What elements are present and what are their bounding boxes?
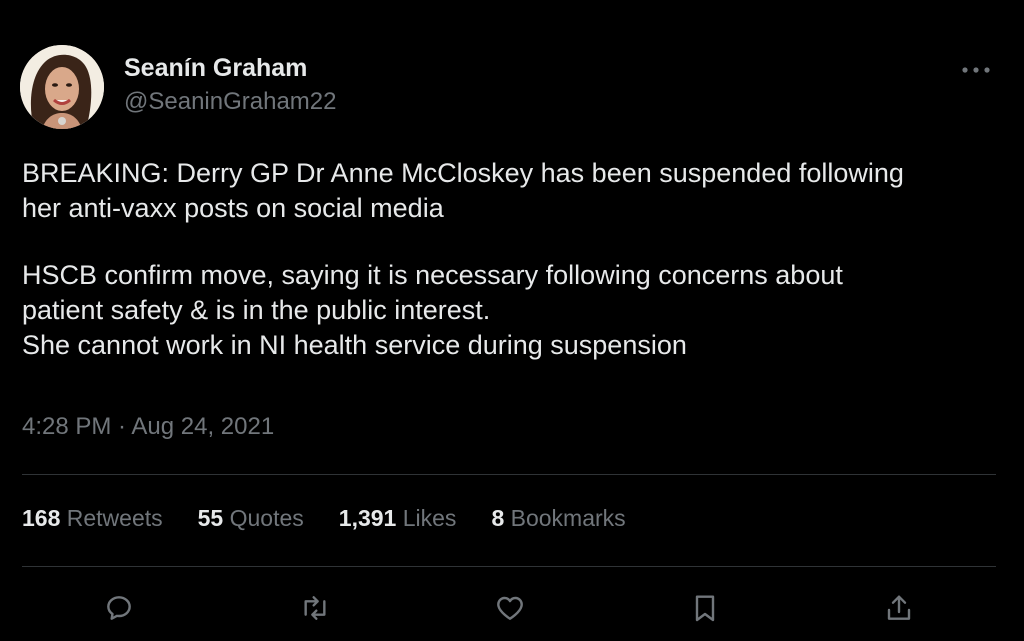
tweet-text: BREAKING: Derry GP Dr Anne McCloskey has… (22, 156, 1012, 363)
tweet-line: her anti-vaxx posts on social media (22, 193, 444, 223)
bookmark-icon (695, 595, 715, 622)
avatar[interactable] (20, 45, 104, 129)
likes-label: Likes (402, 505, 457, 531)
tweet-timestamp[interactable]: 4:28 PM · Aug 24, 2021 (22, 413, 274, 441)
bookmarks-label: Bookmarks (510, 505, 626, 531)
reply-icon (107, 596, 131, 620)
more-horizontal-icon (962, 67, 990, 73)
bookmark-button[interactable] (685, 588, 725, 628)
tweet-card: Seanín Graham @SeaninGraham22 BREAKING: … (0, 0, 1024, 641)
quotes-count: 55 (197, 505, 224, 531)
quotes-label: Quotes (229, 505, 304, 531)
bookmarks-stat[interactable]: 8 Bookmarks (491, 505, 625, 532)
tweet-line: HSCB confirm move, saying it is necessar… (22, 260, 843, 290)
share-button[interactable] (879, 588, 919, 628)
quotes-stat[interactable]: 55 Quotes (198, 505, 304, 532)
likes-count: 1,391 (338, 505, 397, 531)
more-options-button[interactable] (956, 56, 996, 84)
reply-button[interactable] (99, 588, 139, 628)
tweet-line: She cannot work in NI health service dur… (22, 330, 687, 360)
avatar-photo (20, 45, 104, 129)
divider (22, 474, 996, 475)
retweet-icon (304, 596, 326, 620)
author-display-name[interactable]: Seanín Graham (124, 54, 307, 83)
retweet-button[interactable] (295, 588, 335, 628)
engagement-stats: 168 Retweets 55 Quotes 1,391 Likes 8 Boo… (22, 505, 626, 532)
divider (22, 566, 996, 567)
tweet-line: BREAKING: Derry GP Dr Anne McCloskey has… (22, 158, 904, 188)
author-handle[interactable]: @SeaninGraham22 (124, 88, 336, 116)
retweets-label: Retweets (66, 505, 163, 531)
like-button[interactable] (490, 588, 530, 628)
heart-icon (497, 596, 523, 620)
likes-stat[interactable]: 1,391 Likes (339, 505, 457, 532)
bookmarks-count: 8 (491, 505, 505, 531)
retweets-count: 168 (22, 505, 61, 531)
tweet-line: patient safety & is in the public intere… (22, 295, 491, 325)
retweets-stat[interactable]: 168 Retweets (22, 505, 163, 532)
share-icon (887, 595, 911, 620)
